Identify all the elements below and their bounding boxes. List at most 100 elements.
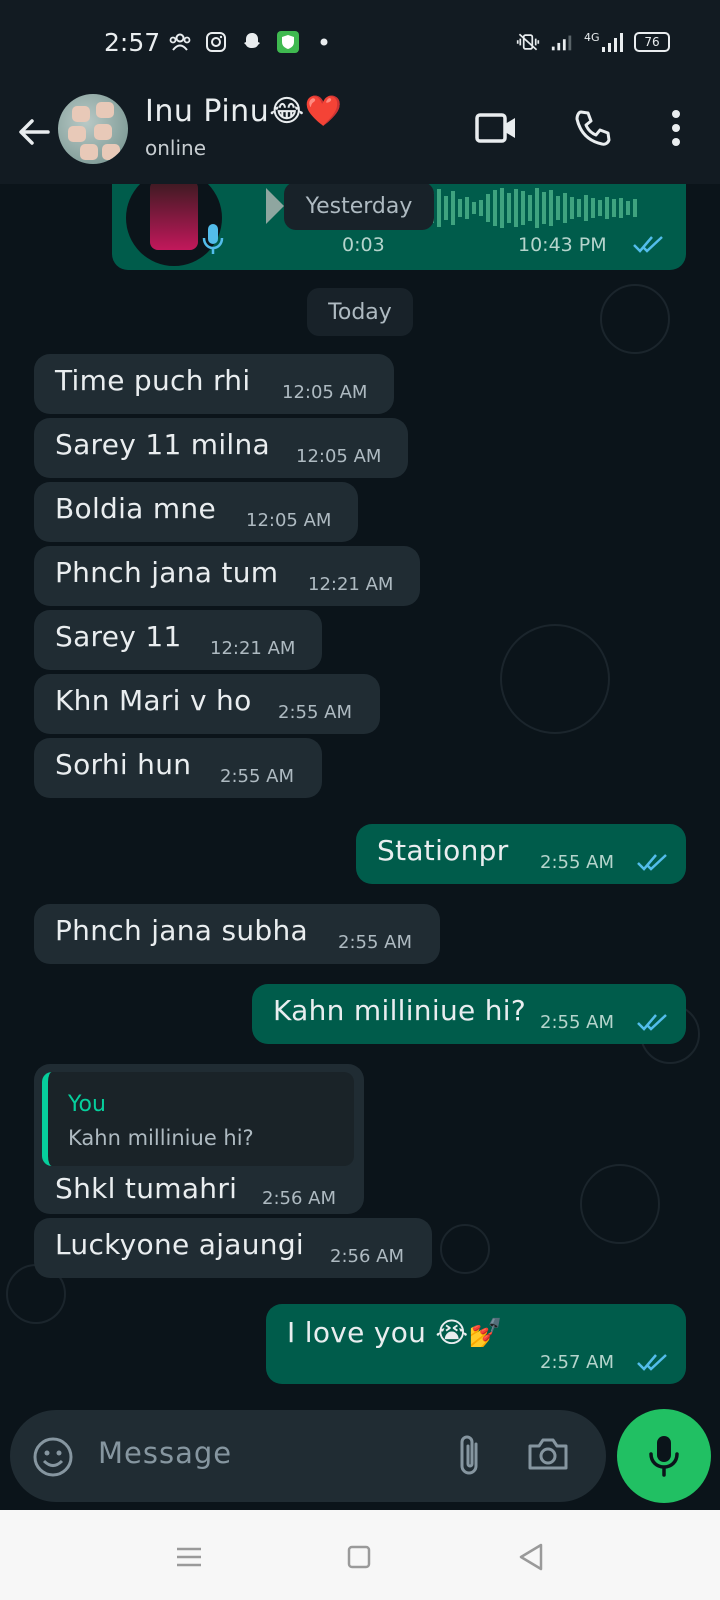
message-bubble-incoming[interactable]: Time puch rhi 12:05 AM [34,354,394,414]
contact-avatar[interactable] [58,94,128,164]
wallpaper-doodle [500,624,610,734]
message-bubble-outgoing[interactable]: I love you 😭💅 2:57 AM [266,1304,686,1384]
play-icon [266,188,284,224]
snapchat-icon [240,30,264,54]
read-ticks-icon [637,1014,667,1031]
more-options-button[interactable] [652,104,700,152]
message-bubble-outgoing[interactable]: Stationpr 2:55 AM [356,824,686,884]
signal-4g-icon: 4G [584,30,624,54]
voice-call-button[interactable] [568,104,616,152]
vibrate-icon [516,30,540,54]
message-time: 12:21 AM [210,638,296,659]
reply-author: You [68,1092,106,1117]
back-arrow-icon [19,119,50,145]
attach-button[interactable] [450,1432,490,1484]
message-bubble-reply[interactable]: You Kahn milliniue hi? Shkl tumahri 2:56… [34,1064,364,1214]
home-button[interactable] [342,1540,376,1574]
message-text: Sorhi hun [55,748,192,781]
message-composer[interactable]: Message [10,1410,606,1502]
wallpaper-doodle [580,1164,660,1244]
wallpaper-doodle [600,284,670,354]
voice-note-duration: 0:03 [342,234,385,256]
group-icon [168,30,192,54]
back-button[interactable] [14,112,54,152]
message-time: 2:55 AM [338,932,412,953]
message-time: 2:55 AM [220,766,294,787]
message-text: Sarey 11 milna [55,428,270,461]
camera-icon [528,1438,568,1470]
mic-icon [649,1436,679,1477]
message-input[interactable]: Message [98,1436,232,1470]
message-time: 12:05 AM [282,382,368,403]
chat-header: Inu Pinu😂❤️ online [0,88,720,184]
status-notification-icons [168,30,336,54]
recent-apps-button[interactable] [172,1540,206,1574]
message-text: Phnch jana tum [55,556,279,589]
read-ticks-icon [637,854,667,871]
chat-area[interactable]: 0:03 10:43 PM Yesterday Today Time puch … [0,184,720,1414]
message-bubble-incoming[interactable]: Luckyone ajaungi 2:56 AM [34,1218,432,1278]
camera-button[interactable] [526,1434,570,1478]
message-text: Boldia mne [55,492,216,525]
menu-nav-icon [177,1547,201,1567]
message-text: Sarey 11 [55,620,182,653]
message-bubble-incoming[interactable]: Sarey 11 12:21 AM [34,610,322,670]
message-time: 2:55 AM [278,702,352,723]
message-time: 2:56 AM [262,1188,336,1209]
instagram-icon [204,30,228,54]
contact-name[interactable]: Inu Pinu😂❤️ [145,94,343,129]
message-bubble-incoming[interactable]: Phnch jana tum 12:21 AM [34,546,420,606]
message-bubble-incoming[interactable]: Sorhi hun 2:55 AM [34,738,322,798]
signal-icon [550,30,574,54]
play-button[interactable] [264,186,286,230]
message-bubble-outgoing[interactable]: Kahn milliniue hi? 2:55 AM [252,984,686,1044]
message-text: Time puch rhi [55,364,251,397]
mic-badge-icon [200,222,226,262]
security-app-icon [276,30,300,54]
video-call-button[interactable] [472,104,520,152]
read-ticks-icon [637,1354,667,1371]
reply-quoted-text: Kahn milliniue hi? [68,1126,254,1150]
read-ticks-icon [633,236,663,253]
message-bubble-incoming[interactable]: Phnch jana subha 2:55 AM [34,904,440,964]
reply-quote[interactable]: You Kahn milliniue hi? [42,1072,354,1166]
message-time: 12:05 AM [246,510,332,531]
video-call-icon [475,113,515,143]
message-text: Khn Mari v ho [55,684,252,717]
contact-status: online [145,136,207,160]
back-nav-icon [519,1543,543,1571]
system-nav-bar [0,1510,720,1600]
message-time: 2:56 AM [330,1246,404,1267]
message-bubble-incoming[interactable]: Sarey 11 milna 12:05 AM [34,418,408,478]
emoji-button[interactable] [32,1436,74,1482]
message-text: Phnch jana subha [55,914,308,947]
emoji-icon [33,1437,73,1477]
status-bar: 2:57 4G 76 [0,0,720,88]
wallpaper-doodle [440,1224,490,1274]
phone-icon [575,110,611,146]
status-system-icons: 4G 76 [516,30,670,54]
message-time: 12:05 AM [296,446,382,467]
date-chip-today: Today [307,288,413,336]
message-text: I love you 😭💅 [287,1316,504,1349]
message-time: 2:55 AM [540,1012,614,1033]
message-time: 2:57 AM [540,1352,614,1373]
voice-record-button[interactable] [617,1409,711,1503]
message-text: Shkl tumahri [55,1172,238,1205]
home-nav-icon [347,1545,371,1569]
battery-indicator: 76 [634,32,670,52]
message-bubble-incoming[interactable]: Khn Mari v ho 2:55 AM [34,674,380,734]
message-text: Luckyone ajaungi [55,1228,304,1261]
more-notifications-dot-icon [312,30,336,54]
voice-waveform [430,188,670,228]
svg-text:4G: 4G [584,31,600,44]
more-options-icon [672,110,680,146]
system-back-button[interactable] [514,1540,548,1574]
attach-icon [460,1435,478,1475]
message-time: 2:55 AM [540,852,614,873]
message-text: Stationpr [377,834,509,867]
message-time: 12:21 AM [308,574,394,595]
date-chip-yesterday: Yesterday [284,184,434,230]
message-bubble-incoming[interactable]: Boldia mne 12:05 AM [34,482,358,542]
message-text: Kahn milliniue hi? [273,994,526,1027]
